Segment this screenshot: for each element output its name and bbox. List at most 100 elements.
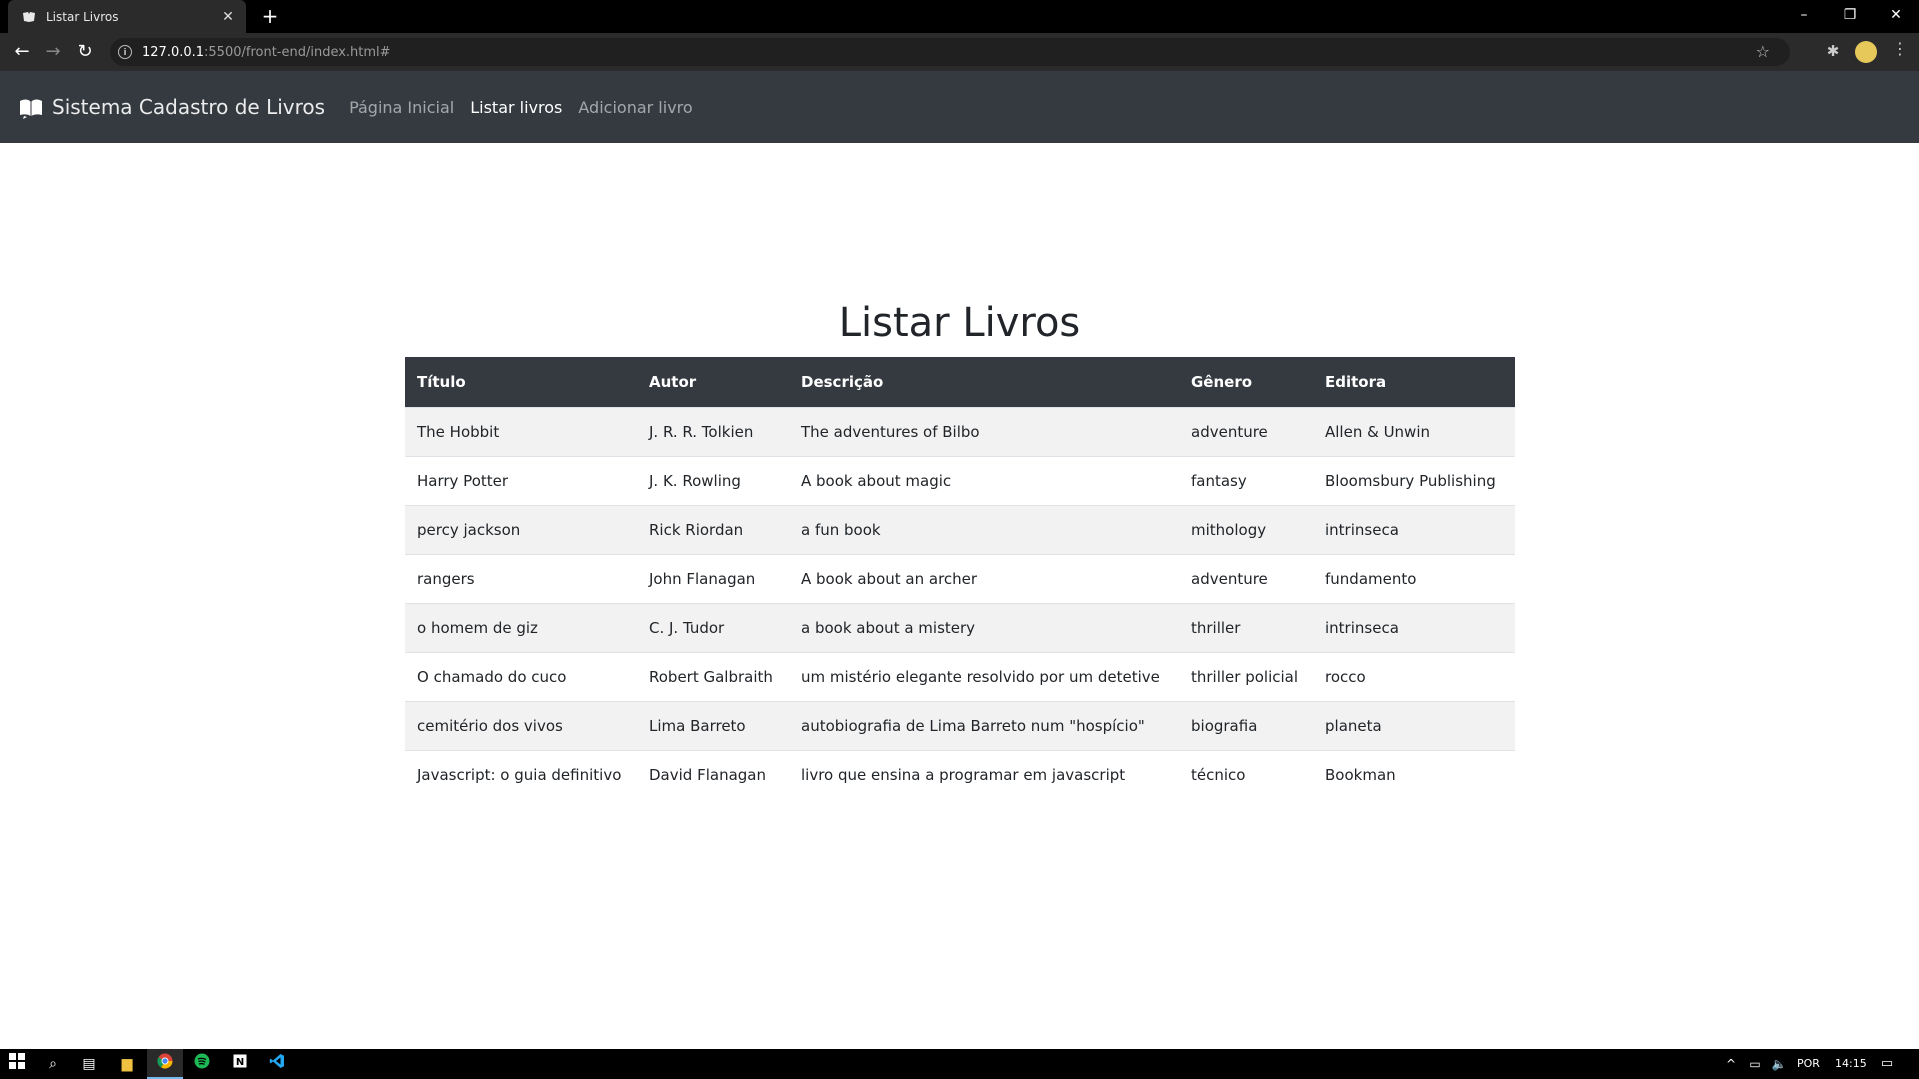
task-view-icon[interactable]: ▤: [78, 1053, 100, 1075]
cell-publisher: Bloomsbury Publishing: [1313, 456, 1515, 506]
cell-publisher: intrinseca: [1313, 505, 1515, 555]
spotify-icon[interactable]: [191, 1053, 213, 1075]
cell-title: rangers: [405, 554, 637, 604]
restore-icon[interactable]: ❐: [1827, 0, 1873, 30]
books-table: Título Autor Descrição Gênero Editora Th…: [405, 357, 1515, 799]
volume-icon[interactable]: 🔈: [1768, 1053, 1790, 1075]
cell-author: C. J. Tudor: [637, 603, 789, 653]
vscode-icon[interactable]: [266, 1053, 288, 1075]
browser-tab[interactable]: Listar Livros ✕: [8, 0, 246, 33]
cell-publisher: Bookman: [1313, 750, 1515, 799]
header-author: Autor: [637, 357, 789, 408]
cell-title: Javascript: o guia definitivo: [405, 750, 637, 799]
cell-description: A book about magic: [789, 456, 1179, 506]
back-icon[interactable]: ←: [10, 40, 34, 64]
open-book-icon: [20, 99, 42, 119]
chrome-icon[interactable]: [154, 1053, 176, 1075]
cell-author: John Flanagan: [637, 554, 789, 604]
cell-author: Rick Riordan: [637, 505, 789, 555]
cell-publisher: fundamento: [1313, 554, 1515, 604]
header-description: Descrição: [789, 357, 1179, 408]
cell-author: J. K. Rowling: [637, 456, 789, 506]
cell-author: Lima Barreto: [637, 701, 789, 751]
tray-chevron-up-icon[interactable]: ^: [1720, 1053, 1742, 1075]
table-row: cemitério dos vivos Lima Barreto autobio…: [405, 701, 1515, 751]
url-path: :5500/front-end/index.html#: [204, 44, 391, 60]
cell-publisher: rocco: [1313, 652, 1515, 702]
table-row: O chamado do cuco Robert Galbraith um mi…: [405, 652, 1515, 702]
profile-avatar[interactable]: [1855, 41, 1877, 63]
extensions-puzzle-icon[interactable]: ✱: [1822, 40, 1844, 62]
cell-title: O chamado do cuco: [405, 652, 637, 702]
cell-title: o homem de giz: [405, 603, 637, 653]
browser-menu-icon[interactable]: ⋮: [1890, 39, 1910, 58]
table-row: rangers John Flanagan A book about an ar…: [405, 554, 1515, 604]
cell-genre: thriller policial: [1179, 652, 1313, 702]
table-row: percy jackson Rick Riordan a fun book mi…: [405, 505, 1515, 555]
browser-toolbar: ← → ↻ i 127.0.0.1:5500/front-end/index.h…: [0, 33, 1919, 71]
new-tab-icon[interactable]: +: [258, 4, 282, 28]
close-tab-icon[interactable]: ✕: [220, 9, 236, 25]
cell-description: um mistério elegante resolvido por um de…: [789, 652, 1179, 702]
notifications-icon[interactable]: ▭: [1876, 1053, 1898, 1075]
cell-description: autobiografia de Lima Barreto num "hospí…: [789, 701, 1179, 751]
header-genre: Gênero: [1179, 357, 1313, 408]
tab-title: Listar Livros: [46, 9, 119, 24]
address-bar[interactable]: i 127.0.0.1:5500/front-end/index.html# ☆: [110, 38, 1790, 66]
table-row: Javascript: o guia definitivo David Flan…: [405, 750, 1515, 799]
cell-description: livro que ensina a programar em javascri…: [789, 750, 1179, 799]
file-explorer-icon[interactable]: ▆: [116, 1053, 138, 1075]
cell-author: Robert Galbraith: [637, 652, 789, 702]
cell-genre: fantasy: [1179, 456, 1313, 506]
cell-genre: técnico: [1179, 750, 1313, 799]
cell-publisher: planeta: [1313, 701, 1515, 751]
reload-icon[interactable]: ↻: [73, 40, 97, 64]
table-header-row: Título Autor Descrição Gênero Editora: [405, 357, 1515, 408]
cell-genre: thriller: [1179, 603, 1313, 653]
cell-description: a fun book: [789, 505, 1179, 555]
cell-publisher: Allen & Unwin: [1313, 407, 1515, 457]
nav-link-home[interactable]: Página Inicial: [349, 98, 454, 117]
header-title: Título: [405, 357, 637, 408]
cell-title: cemitério dos vivos: [405, 701, 637, 751]
minimize-icon[interactable]: –: [1781, 0, 1827, 30]
cell-title: The Hobbit: [405, 407, 637, 457]
cell-genre: mithology: [1179, 505, 1313, 555]
cell-genre: adventure: [1179, 407, 1313, 457]
app-navbar: Sistema Cadastro de Livros Página Inicia…: [0, 71, 1919, 143]
cell-description: A book about an archer: [789, 554, 1179, 604]
navbar-brand[interactable]: Sistema Cadastro de Livros: [18, 94, 325, 120]
nav-link-list-books[interactable]: Listar livros: [470, 98, 562, 117]
cell-author: J. R. R. Tolkien: [637, 407, 789, 457]
table-row: The Hobbit J. R. R. Tolkien The adventur…: [405, 407, 1515, 457]
clock-time[interactable]: 14:15: [1835, 1057, 1867, 1070]
forward-icon[interactable]: →: [41, 40, 65, 64]
svg-text:N: N: [236, 1057, 244, 1068]
site-info-icon[interactable]: i: [118, 45, 132, 59]
browser-tab-bar: Listar Livros ✕ + – ❐ ✕: [0, 0, 1919, 33]
brand-title: Sistema Cadastro de Livros: [52, 95, 326, 119]
input-language[interactable]: POR: [1797, 1057, 1820, 1070]
network-icon[interactable]: ▭: [1744, 1053, 1766, 1075]
header-publisher: Editora: [1313, 357, 1515, 408]
nav-link-add-book[interactable]: Adicionar livro: [578, 98, 692, 117]
cell-genre: adventure: [1179, 554, 1313, 604]
cell-publisher: intrinseca: [1313, 603, 1515, 653]
cell-description: a book about a mistery: [789, 603, 1179, 653]
notion-icon[interactable]: N: [229, 1053, 251, 1075]
table-row: o homem de giz C. J. Tudor a book about …: [405, 603, 1515, 653]
cell-title: Harry Potter: [405, 456, 637, 506]
page-title: Listar Livros: [838, 300, 1081, 346]
table-row: Harry Potter J. K. Rowling A book about …: [405, 456, 1515, 506]
url-host: 127.0.0.1: [142, 44, 205, 60]
search-icon[interactable]: ⌕: [42, 1053, 64, 1075]
cell-author: David Flanagan: [637, 750, 789, 799]
windows-taskbar: ⌕ ▤ ▆ N ^ ▭ 🔈 POR 14:15 ▭: [0, 1049, 1919, 1079]
cell-description: The adventures of Bilbo: [789, 407, 1179, 457]
close-window-icon[interactable]: ✕: [1873, 0, 1919, 30]
bookmark-star-icon[interactable]: ☆: [1756, 42, 1770, 61]
cell-title: percy jackson: [405, 505, 637, 555]
cell-genre: biografia: [1179, 701, 1313, 751]
book-favicon-icon: [22, 10, 36, 24]
windows-start-icon[interactable]: [6, 1053, 28, 1075]
